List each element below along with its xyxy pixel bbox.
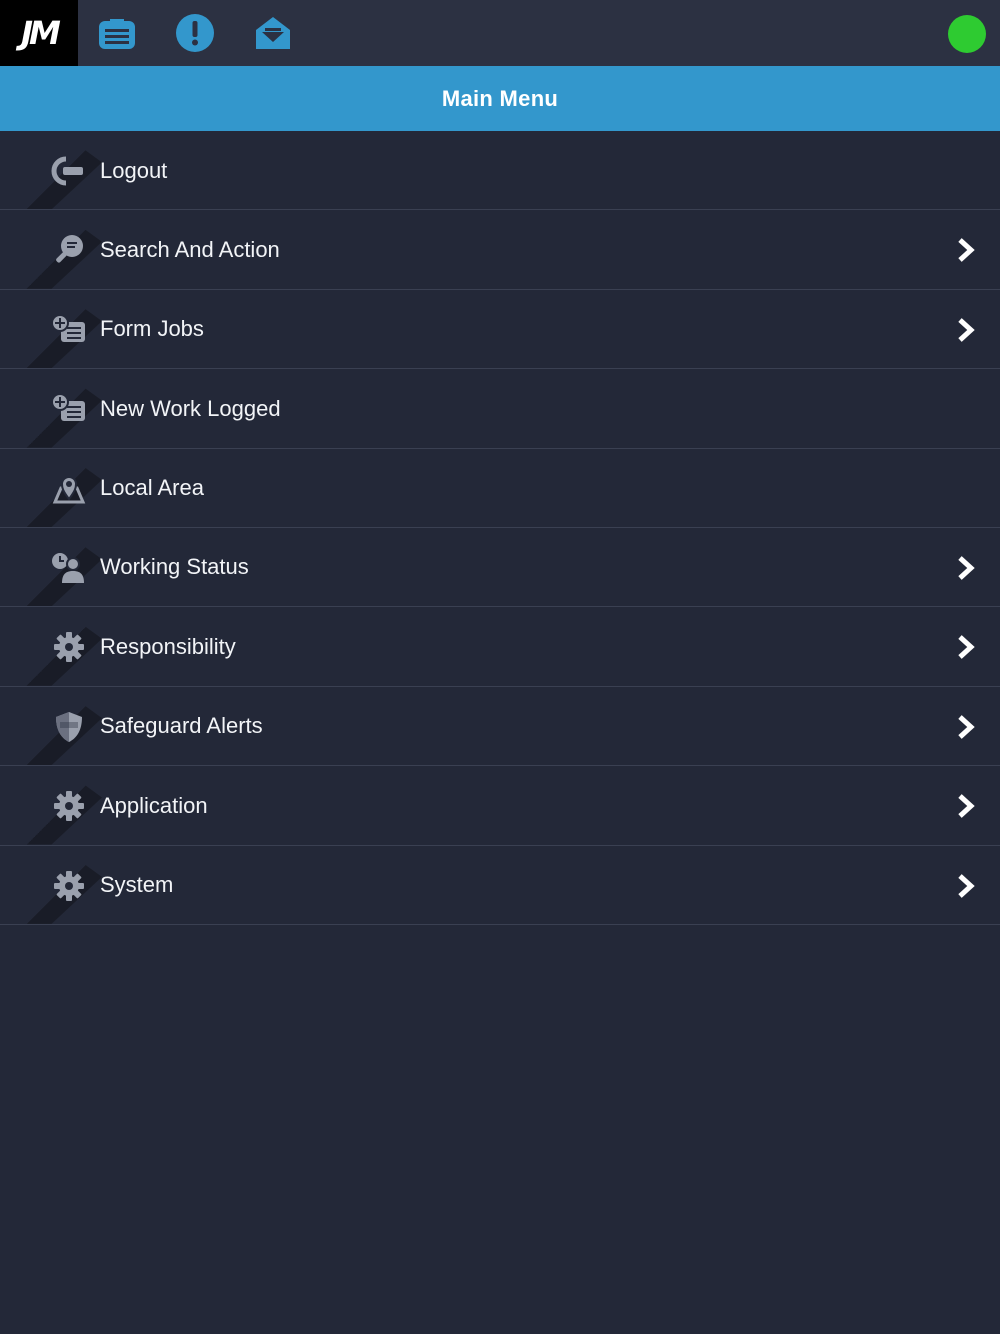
menu-item-logout[interactable]: Logout [0,131,1000,211]
search-icon [50,231,88,269]
menu-item-label: Application [100,792,208,818]
menu-item-working-status[interactable]: Working Status [0,528,1000,608]
menu-item-safeguard-alerts[interactable]: Safeguard Alerts [0,687,1000,767]
top-toolbar: JM [0,0,1000,66]
alert-icon[interactable] [175,13,215,53]
app-logo[interactable]: JM [0,0,78,66]
add-form-icon [50,311,88,349]
gear-icon [50,628,88,666]
menu-item-label: Search And Action [100,236,280,262]
menu-item-local-area[interactable]: Local Area [0,449,1000,528]
menu-item-new-work-logged[interactable]: New Work Logged [0,369,1000,449]
shield-icon [50,708,88,746]
menu-item-search-and-action[interactable]: Search And Action [0,210,1000,290]
online-status-indicator [948,15,986,53]
chevron-right-icon [958,317,975,342]
user-clock-icon [50,549,88,587]
main-menu-list: Logout Search And Action Form Jobs New W… [0,131,1000,925]
add-form-icon [50,390,88,428]
menu-item-label: Form Jobs [100,316,204,342]
list-icon[interactable] [97,13,137,53]
gear-icon [50,787,88,825]
chevron-right-icon [958,714,975,739]
chevron-right-icon [958,556,975,580]
menu-item-label: System [100,872,174,898]
menu-item-label: Logout [100,157,168,183]
chevron-right-icon [958,635,975,660]
menu-item-label: Local Area [100,475,204,501]
menu-item-form-jobs[interactable]: Form Jobs [0,290,1000,370]
page-title-bar: Main Menu [0,66,1000,131]
chevron-right-icon [958,873,975,898]
menu-item-label: Responsibility [100,633,236,659]
menu-item-responsibility[interactable]: Responsibility [0,607,1000,687]
menu-item-label: Safeguard Alerts [100,713,263,739]
logo-text: JM [21,14,61,52]
inbox-icon[interactable] [253,13,293,53]
logout-icon [50,152,88,190]
menu-item-label: New Work Logged [100,395,281,421]
menu-item-label: Working Status [100,554,249,580]
gear-icon [50,867,88,905]
menu-item-system[interactable]: System [0,846,1000,925]
menu-item-application[interactable]: Application [0,766,1000,846]
page-title: Main Menu [441,85,559,111]
map-pin-icon [50,470,88,508]
chevron-right-icon [958,794,975,818]
chevron-right-icon [958,238,975,263]
